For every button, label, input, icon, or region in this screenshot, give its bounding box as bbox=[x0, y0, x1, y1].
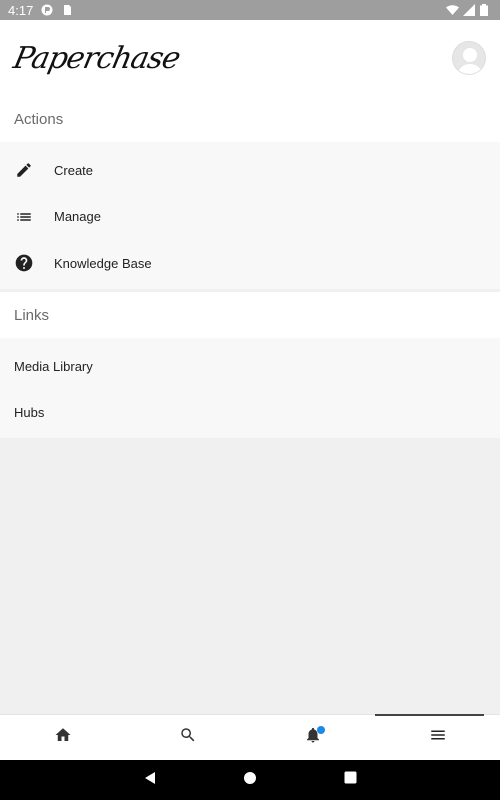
action-knowledge-base[interactable]: Knowledge Base bbox=[0, 240, 500, 287]
section-title-actions: Actions bbox=[14, 110, 64, 128]
link-label: Media Library bbox=[14, 358, 93, 374]
sd-card-icon bbox=[61, 4, 73, 16]
status-time: 4:17 bbox=[8, 2, 34, 18]
nav-home[interactable] bbox=[0, 715, 125, 760]
recents-icon bbox=[344, 771, 357, 789]
action-manage[interactable]: Manage bbox=[0, 194, 500, 241]
home-icon bbox=[54, 726, 72, 749]
section-header-links: Links bbox=[0, 292, 500, 338]
home-circle-icon bbox=[243, 771, 257, 790]
actions-list: Create Manage Knowledge Base bbox=[0, 142, 500, 289]
link-label: Hubs bbox=[14, 405, 45, 421]
battery-icon bbox=[480, 4, 492, 16]
links-list: Media Library Hubs bbox=[0, 338, 500, 438]
bottom-nav bbox=[0, 714, 500, 760]
section-title-links: Links bbox=[14, 306, 50, 324]
help-circle-icon bbox=[14, 253, 34, 273]
section-header-actions: Actions bbox=[0, 96, 500, 142]
signal-icon bbox=[463, 4, 475, 16]
action-label: Knowledge Base bbox=[54, 255, 152, 271]
back-icon bbox=[143, 771, 157, 790]
link-media-library[interactable]: Media Library bbox=[0, 343, 500, 390]
avatar[interactable] bbox=[452, 41, 486, 75]
recents-button[interactable] bbox=[335, 765, 365, 795]
app-logo: Paperchase bbox=[10, 40, 183, 76]
nav-search[interactable] bbox=[125, 715, 250, 760]
back-button[interactable] bbox=[135, 765, 165, 795]
notification-dot bbox=[317, 726, 325, 734]
action-label: Create bbox=[54, 162, 94, 178]
wifi-icon bbox=[446, 4, 459, 16]
action-create[interactable]: Create bbox=[0, 147, 500, 194]
list-icon bbox=[14, 207, 34, 227]
app-notification-icon bbox=[41, 4, 53, 16]
home-button[interactable] bbox=[235, 765, 265, 795]
link-hubs[interactable]: Hubs bbox=[0, 390, 500, 437]
search-icon bbox=[179, 726, 197, 749]
app-header: Paperchase bbox=[0, 20, 500, 96]
action-label: Manage bbox=[54, 209, 101, 225]
menu-icon bbox=[429, 726, 447, 749]
system-nav-bar bbox=[0, 760, 500, 800]
status-bar: 4:17 bbox=[0, 0, 500, 20]
pencil-icon bbox=[14, 160, 34, 180]
nav-menu[interactable] bbox=[375, 714, 500, 760]
nav-notifications[interactable] bbox=[250, 715, 375, 760]
